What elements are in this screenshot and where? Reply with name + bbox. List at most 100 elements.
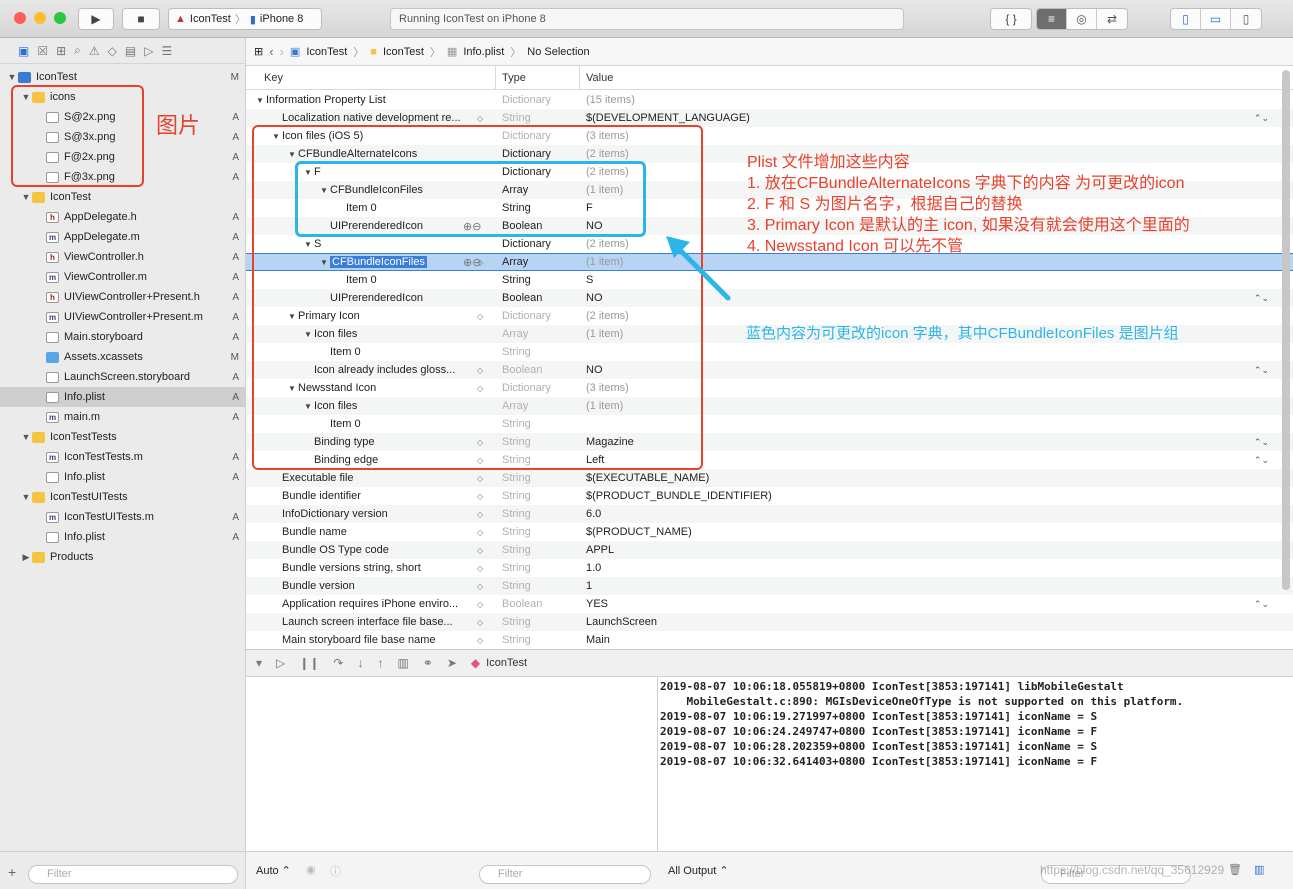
value-stepper-icon[interactable]: ⌃⌄ <box>1254 455 1269 466</box>
disclosure-triangle-icon[interactable]: ▼ <box>20 432 32 442</box>
file-tree-item[interactable]: Assets.xcassets M <box>0 347 245 367</box>
step-out-icon[interactable]: ↑ <box>377 656 383 670</box>
plist-value[interactable]: (15 items) <box>580 94 635 106</box>
plist-row[interactable]: Bundle name ◇ String $(PRODUCT_NAME) <box>246 523 1293 541</box>
value-stepper-icon[interactable]: ⌃⌄ <box>1254 365 1269 376</box>
file-tree-item[interactable]: ▼ IconTest M <box>0 67 245 87</box>
plist-value[interactable]: $(DEVELOPMENT_LANGUAGE) <box>580 112 750 124</box>
plist-type[interactable]: String <box>496 580 580 592</box>
plist-row[interactable]: ▼ Information Property List Dictionary (15 … <box>246 91 1293 109</box>
standard-editor-icon[interactable]: ≡ <box>1037 9 1067 29</box>
file-tree-item[interactable]: ▶ Products <box>0 547 245 567</box>
close-window-button[interactable] <box>14 12 26 24</box>
file-tree-item[interactable]: Info.plist A <box>0 527 245 547</box>
variables-scope-select[interactable]: Auto ⌃ <box>256 864 291 877</box>
file-tree-item[interactable]: h UIViewController+Present.h A <box>0 287 245 307</box>
breakpoints-toggle-icon[interactable]: ▷ <box>276 656 285 670</box>
jump-project[interactable]: IconTest <box>306 46 347 58</box>
version-editor-icon[interactable]: ⇄ <box>1097 9 1127 29</box>
report-icon[interactable]: ☰ <box>161 44 172 58</box>
plist-value[interactable]: LaunchScreen <box>580 616 657 628</box>
back-icon[interactable]: ‹ <box>269 44 273 59</box>
trash-icon[interactable]: 🗑 <box>1228 863 1242 876</box>
jump-file[interactable]: Info.plist <box>463 46 504 58</box>
disclosure-triangle-icon[interactable]: ▼ <box>20 492 32 502</box>
navigator-filter-input[interactable]: Filter <box>28 865 238 884</box>
step-into-icon[interactable]: ↓ <box>357 656 363 670</box>
file-tree-item[interactable]: ▼ IconTest <box>0 187 245 207</box>
plist-type[interactable]: String <box>496 472 580 484</box>
location-icon[interactable]: ➤ <box>447 656 457 670</box>
key-stepper-icon[interactable]: ◇ <box>477 528 483 537</box>
related-items-icon[interactable]: ⊞ <box>254 45 263 58</box>
disclosure-triangle-icon[interactable]: ▼ <box>6 72 18 82</box>
search-icon[interactable]: ⌕ <box>74 43 81 58</box>
disclosure-triangle-icon[interactable]: ▼ <box>20 192 32 202</box>
split-view-icon[interactable]: ▥ <box>1254 863 1264 876</box>
file-tree-item[interactable]: m AppDelegate.m A <box>0 227 245 247</box>
debug-target-label[interactable]: IconTest <box>486 657 527 669</box>
key-stepper-icon[interactable]: ◇ <box>477 474 483 483</box>
pause-icon[interactable]: ❙❙ <box>299 656 319 670</box>
file-tree-item[interactable]: Main.storyboard A <box>0 327 245 347</box>
file-tree-item[interactable]: ▼ IconTestUITests <box>0 487 245 507</box>
jump-selection[interactable]: No Selection <box>527 46 589 58</box>
plist-value[interactable]: $(PRODUCT_NAME) <box>580 526 692 538</box>
key-stepper-icon[interactable]: ◇ <box>477 600 483 609</box>
stop-button[interactable]: ■ <box>122 8 160 30</box>
library-button[interactable]: { } <box>990 8 1032 30</box>
plist-value[interactable]: 1 <box>580 580 592 592</box>
plist-row[interactable]: Executable file ◇ String $(EXECUTABLE_NAME) <box>246 469 1293 487</box>
plist-type[interactable]: String <box>496 112 580 124</box>
console-output-select[interactable]: All Output ⌃ <box>668 864 729 877</box>
vertical-scrollbar[interactable] <box>1282 70 1290 590</box>
plist-row[interactable]: Bundle version ◇ String 1 <box>246 577 1293 595</box>
plist-value[interactable]: YES <box>580 598 608 610</box>
value-stepper-icon[interactable]: ⌃⌄ <box>1254 437 1269 448</box>
breakpoint-icon[interactable]: ▷ <box>144 44 153 58</box>
plist-type[interactable]: Dictionary <box>496 94 580 106</box>
minimize-window-button[interactable] <box>34 12 46 24</box>
zoom-window-button[interactable] <box>54 12 66 24</box>
file-tree-item[interactable]: Info.plist A <box>0 387 245 407</box>
info-icon[interactable]: ⓘ <box>330 863 341 879</box>
view-debugger-icon[interactable]: ▥ <box>397 656 408 670</box>
plist-row[interactable]: Main storyboard file base name ◇ String Mai… <box>246 631 1293 649</box>
plist-type[interactable]: String <box>496 526 580 538</box>
plist-value[interactable]: 1.0 <box>580 562 601 574</box>
disclosure-triangle-icon[interactable]: ▼ <box>254 96 266 105</box>
inspector-toggle-icon[interactable]: ▯ <box>1231 9 1261 29</box>
warning-icon[interactable]: ⚠ <box>89 44 100 58</box>
variables-filter-input[interactable]: Filter <box>479 865 651 884</box>
file-tree-item[interactable]: ▼ IconTestTests <box>0 427 245 447</box>
plist-row[interactable]: Bundle versions string, short ◇ String 1.0 <box>246 559 1293 577</box>
plist-value[interactable]: 6.0 <box>580 508 601 520</box>
file-tree-item[interactable]: m main.m A <box>0 407 245 427</box>
value-stepper-icon[interactable]: ⌃⌄ <box>1254 599 1269 610</box>
disclosure-triangle-icon[interactable]: ▶ <box>20 552 32 563</box>
assistant-editor-icon[interactable]: ◎ <box>1067 9 1097 29</box>
file-tree-item[interactable]: m UIViewController+Present.m A <box>0 307 245 327</box>
jump-folder[interactable]: IconTest <box>383 46 424 58</box>
value-stepper-icon[interactable]: ⌃⌄ <box>1254 113 1269 124</box>
value-stepper-icon[interactable]: ⌃⌄ <box>1254 293 1269 304</box>
key-stepper-icon[interactable]: ◇ <box>477 582 483 591</box>
symbol-icon[interactable]: ⊞ <box>56 44 66 58</box>
plist-value[interactable]: Main <box>580 634 610 646</box>
key-stepper-icon[interactable]: ◇ <box>477 114 483 123</box>
memory-graph-icon[interactable]: ⚭ <box>423 656 433 670</box>
debug-icon[interactable]: ▤ <box>125 44 136 58</box>
plist-row[interactable]: Application requires iPhone enviro... ◇ Bo… <box>246 595 1293 613</box>
key-stepper-icon[interactable]: ◇ <box>477 546 483 555</box>
plist-type[interactable]: String <box>496 508 580 520</box>
plist-type[interactable]: String <box>496 490 580 502</box>
source-control-icon[interactable]: ☒ <box>37 44 48 58</box>
file-tree-item[interactable]: LaunchScreen.storyboard A <box>0 367 245 387</box>
key-stepper-icon[interactable]: ◇ <box>477 510 483 519</box>
plist-type[interactable]: String <box>496 544 580 556</box>
type-column-header[interactable]: Type <box>496 66 580 90</box>
key-column-header[interactable]: Key <box>246 66 496 90</box>
key-stepper-icon[interactable]: ◇ <box>477 618 483 627</box>
plist-row[interactable]: Bundle identifier ◇ String $(PRODUCT_BUNDLE… <box>246 487 1293 505</box>
key-stepper-icon[interactable]: ◇ <box>477 636 483 645</box>
